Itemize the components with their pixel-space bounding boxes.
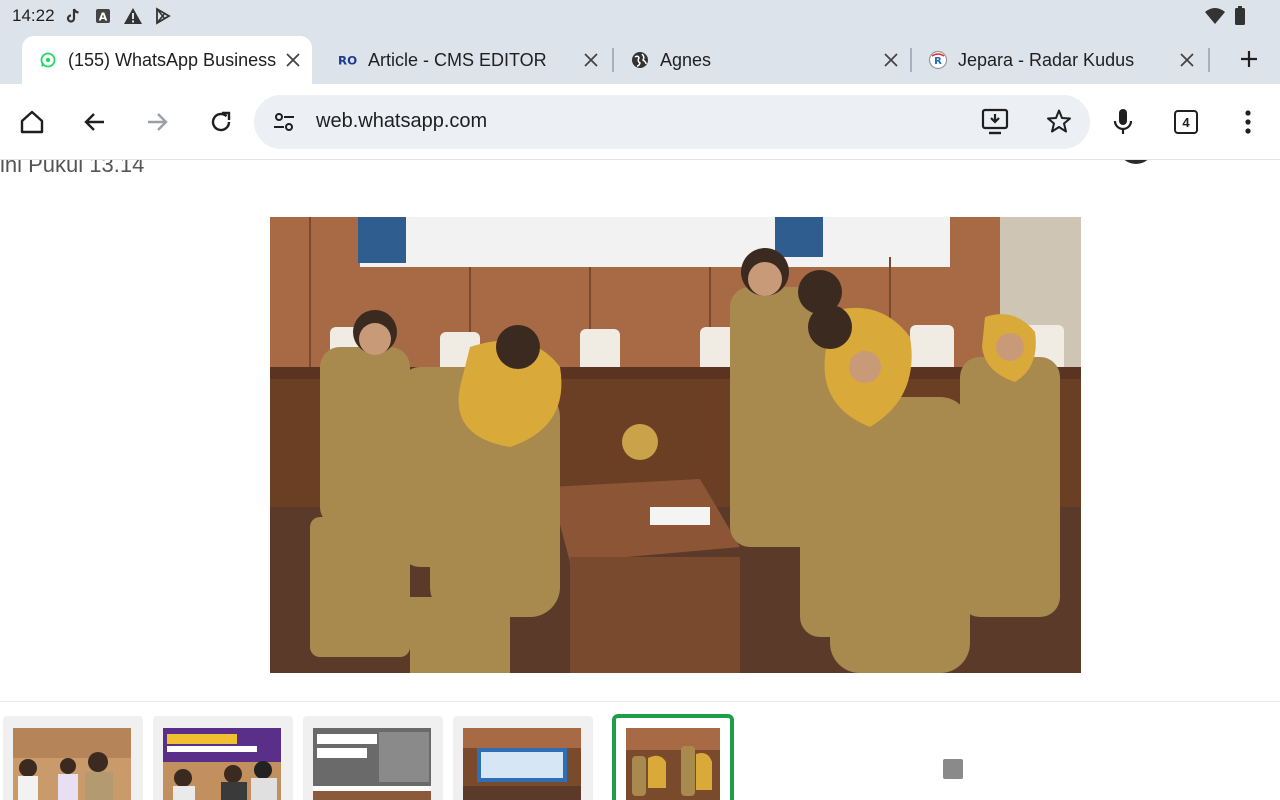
status-bar: 14:22 A — [0, 0, 1280, 32]
forward-button[interactable] — [138, 103, 176, 141]
menu-button[interactable] — [1229, 103, 1267, 141]
close-tab-icon[interactable] — [1172, 45, 1202, 75]
stop-icon[interactable] — [943, 759, 963, 779]
media-thumbnail-strip — [0, 714, 1280, 800]
site-settings-icon[interactable] — [272, 110, 296, 134]
tab-agnes[interactable]: Agnes — [614, 36, 910, 84]
media-thumbnail[interactable] — [3, 716, 143, 800]
home-icon — [20, 110, 44, 134]
plus-icon — [1241, 51, 1257, 67]
tab-title: (155) WhatsApp Business — [68, 49, 277, 70]
forward-arrow-icon — [148, 113, 168, 131]
svg-text:RO: RO — [338, 54, 357, 68]
svg-text:A: A — [98, 11, 107, 24]
media-thumbnail[interactable] — [453, 716, 593, 800]
back-arrow-icon — [84, 113, 104, 131]
caption-text: ini Pukul 13.14 — [0, 160, 145, 177]
url-text[interactable]: web.whatsapp.com — [316, 110, 487, 133]
divider — [0, 701, 1280, 702]
main-photo[interactable] — [270, 217, 1081, 673]
close-tab-icon[interactable] — [876, 45, 906, 75]
media-thumbnail[interactable] — [303, 716, 443, 800]
rk-logo-icon: R — [928, 50, 948, 70]
close-tab-icon[interactable] — [278, 45, 308, 75]
media-thumbnail-selected[interactable] — [612, 714, 734, 800]
tab-count: 4 — [1174, 110, 1198, 134]
browser-toolbar: web.whatsapp.com 4 — [0, 84, 1280, 160]
avatar — [1118, 160, 1154, 164]
address-bar[interactable]: web.whatsapp.com — [254, 95, 1090, 149]
tab-cms-editor[interactable]: RO Article - CMS EDITOR — [322, 36, 610, 84]
reload-button[interactable] — [202, 103, 240, 141]
tiktok-icon — [63, 6, 83, 26]
tab-whatsapp[interactable]: (155) WhatsApp Business — [22, 36, 312, 84]
a-badge-icon: A — [93, 6, 113, 26]
tab-switcher-button[interactable]: 4 — [1167, 103, 1205, 141]
tab-title: Agnes — [660, 49, 712, 70]
new-tab-button[interactable] — [1232, 42, 1266, 76]
battery-icon — [1234, 6, 1246, 31]
media-viewer: ini Pukul 13.14 — [0, 160, 1280, 800]
globe-icon — [630, 50, 650, 70]
back-button[interactable] — [76, 103, 114, 141]
reload-icon — [211, 111, 231, 132]
wifi-icon — [1204, 7, 1226, 30]
tab-radar-kudus[interactable]: R Jepara - Radar Kudus — [912, 36, 1206, 84]
bookmark-star-icon[interactable] — [1046, 108, 1074, 136]
play-store-icon — [153, 6, 173, 26]
home-button[interactable] — [13, 103, 51, 141]
ro-logo-icon: RO — [338, 50, 358, 70]
microphone-icon — [1113, 109, 1133, 134]
more-vert-icon — [1245, 110, 1251, 134]
warning-icon — [123, 6, 143, 26]
svg-text:R: R — [934, 56, 942, 67]
voice-search-button[interactable] — [1104, 103, 1142, 141]
tab-title: Article - CMS EDITOR — [368, 49, 547, 70]
install-app-icon[interactable] — [980, 108, 1010, 136]
tab-separator — [1208, 48, 1210, 72]
status-time: 14:22 — [12, 6, 55, 25]
tab-title: Jepara - Radar Kudus — [958, 49, 1135, 70]
whatsapp-icon — [38, 50, 58, 70]
close-tab-icon[interactable] — [576, 45, 606, 75]
media-thumbnail[interactable] — [153, 716, 293, 800]
tab-strip: (155) WhatsApp Business RO Article - CMS… — [0, 32, 1280, 84]
